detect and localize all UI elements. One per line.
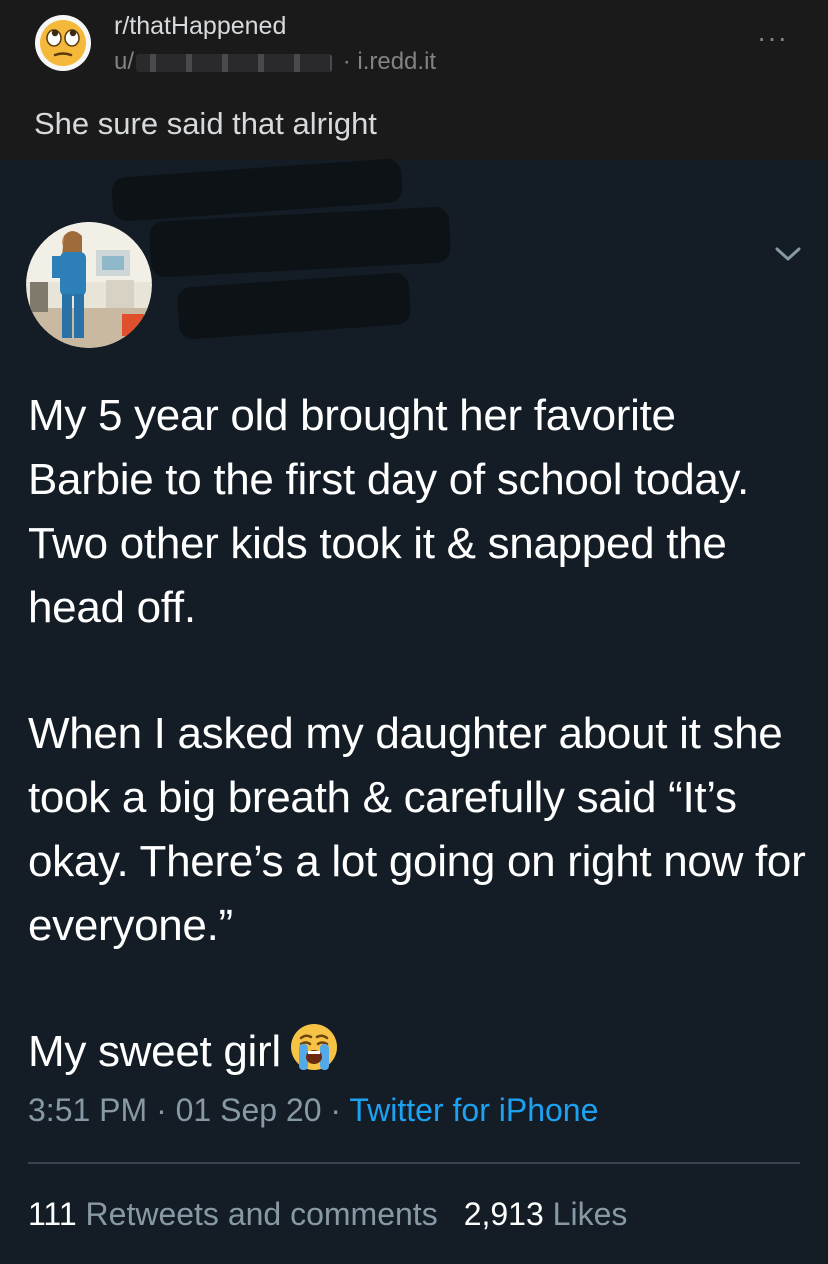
post-title[interactable]: She sure said that alright	[34, 106, 377, 142]
eye-roll-emoji-icon[interactable]	[34, 14, 92, 72]
redaction-scribble	[176, 271, 412, 341]
more-options-button[interactable]: ···	[757, 24, 788, 52]
meta-dot: ·	[330, 1092, 342, 1128]
meta-dot: ·	[156, 1092, 167, 1128]
meta-separator: ·	[342, 48, 351, 75]
avatar[interactable]	[26, 222, 152, 348]
tweet-paragraph-text: My sweet girl	[28, 1027, 281, 1076]
likes-stat[interactable]: 2,913 Likes	[464, 1196, 628, 1232]
post-meta: u/ · i.redd.it	[114, 48, 436, 76]
username-prefix[interactable]: u/	[114, 48, 134, 75]
tweet-paragraph: My 5 year old brought her favorite Barbi…	[28, 391, 749, 632]
tweet-source-link[interactable]: Twitter for iPhone	[349, 1092, 598, 1128]
retweets-count: 111	[28, 1196, 77, 1232]
likes-label: Likes	[552, 1196, 628, 1232]
chevron-down-icon[interactable]	[774, 244, 802, 264]
subreddit-name[interactable]: r/thatHappened	[114, 12, 286, 41]
redacted-username	[136, 53, 333, 72]
reddit-post-header: r/thatHappened u/ · i.redd.it ··· She su…	[0, 0, 828, 160]
post-domain[interactable]: i.redd.it	[357, 48, 436, 75]
tweet-stats: 111 Retweets and comments 2,913 Likes	[28, 1196, 627, 1233]
crying-face-emoji-icon	[290, 1024, 337, 1070]
retweets-stat[interactable]: 111 Retweets and comments	[28, 1196, 438, 1232]
tweet-paragraph-last: My sweet girl	[28, 1020, 808, 1084]
tweet-timestamp: 3:51 PM · 01 Sep 20 · Twitter for iPhone	[28, 1092, 598, 1129]
tweet-date[interactable]: 01 Sep 20	[176, 1092, 322, 1128]
tweet-time[interactable]: 3:51 PM	[28, 1092, 147, 1128]
tweet-text: My 5 year old brought her favorite Barbi…	[28, 384, 808, 1084]
divider	[28, 1162, 800, 1164]
redaction-scribble	[148, 206, 452, 278]
tweet-paragraph: When I asked my daughter about it she to…	[28, 709, 806, 950]
likes-count: 2,913	[463, 1196, 544, 1232]
retweets-label: Retweets and comments	[85, 1196, 438, 1232]
